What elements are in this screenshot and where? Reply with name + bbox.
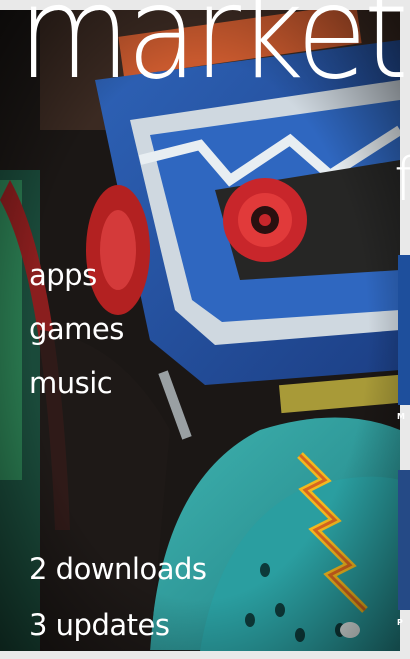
menu-item-games[interactable]: games [29, 312, 124, 366]
next-section-title-peek[interactable]: f [394, 150, 410, 210]
featured-tile-peek-2[interactable] [398, 470, 410, 610]
featured-tile-peek-2-label: P [397, 618, 403, 627]
featured-tile-peek-1-label: M [397, 412, 405, 421]
menu-item-music[interactable]: music [29, 366, 124, 420]
category-menu: apps games music [29, 258, 124, 420]
hub-title: market [18, 0, 409, 108]
marketplace-hub: M P market f apps games music 2 download… [0, 0, 410, 659]
menu-item-apps[interactable]: apps [29, 258, 124, 312]
featured-tile-peek-1[interactable] [398, 255, 410, 405]
updates-link[interactable]: 3 updates [29, 606, 207, 659]
downloads-link[interactable]: 2 downloads [29, 550, 207, 606]
status-links: 2 downloads 3 updates [29, 550, 207, 659]
